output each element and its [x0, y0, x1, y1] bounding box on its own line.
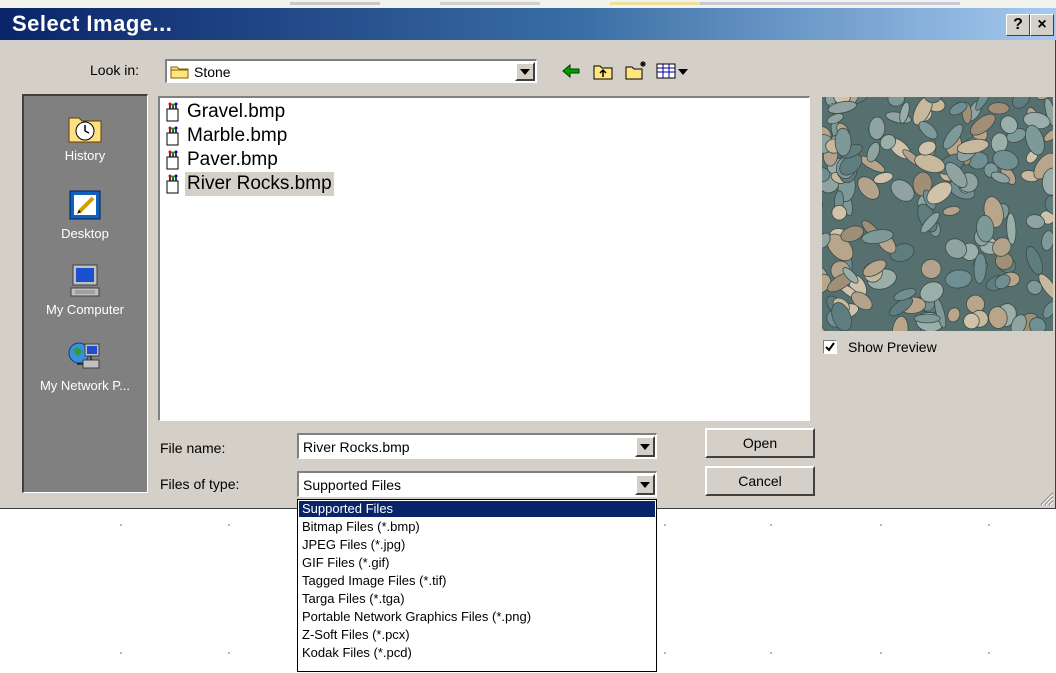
grid-dot [770, 524, 772, 526]
grid-dot [988, 524, 990, 526]
files-of-type-list[interactable]: Supported Files Bitmap Files (*.bmp) JPE… [297, 499, 657, 672]
places-network[interactable]: My Network P... [24, 340, 146, 393]
bitmap-file-icon [164, 174, 184, 194]
view-menu-icon[interactable] [656, 61, 690, 81]
file-name: Paver.bmp [187, 149, 278, 170]
title-bar[interactable]: Select Image... ? × [0, 8, 1056, 40]
grid-dot [664, 524, 666, 526]
places-bar: History Desktop My Computer My Network P… [22, 94, 148, 493]
history-icon [67, 110, 103, 144]
show-preview-checkbox[interactable] [823, 340, 837, 354]
places-my-computer-label: My Computer [45, 302, 125, 317]
file-item[interactable]: Gravel.bmp [164, 100, 287, 124]
places-desktop-label: Desktop [61, 226, 109, 241]
folder-icon [170, 64, 190, 79]
open-button[interactable]: Open [705, 428, 815, 458]
files-of-type-dropdown-arrow[interactable] [635, 474, 655, 495]
file-type-option[interactable]: Supported Files [299, 501, 655, 517]
file-item[interactable]: Marble.bmp [164, 124, 289, 148]
file-name: Gravel.bmp [187, 101, 286, 122]
grid-dot [120, 524, 122, 526]
file-list[interactable]: Gravel.bmp Marble.bmp Paver.bmp River Ro… [158, 96, 810, 421]
my-computer-icon [67, 264, 103, 298]
open-button-label: Open [742, 435, 778, 451]
places-history-label: History [64, 148, 106, 163]
dialog-title: Select Image... [12, 11, 173, 36]
grid-dot [988, 652, 990, 654]
places-desktop[interactable]: Desktop [24, 188, 146, 241]
grid-dot [880, 524, 882, 526]
close-button[interactable]: × [1030, 14, 1054, 36]
file-type-option[interactable]: Z-Soft Files (*.pcx) [299, 627, 655, 643]
bitmap-file-icon [164, 126, 184, 146]
places-history[interactable]: History [24, 110, 146, 163]
desktop-icon [67, 188, 103, 222]
resize-grip[interactable] [1036, 488, 1054, 506]
look-in-value: Stone [194, 64, 231, 80]
files-of-type-label: Files of type: [160, 476, 240, 492]
file-name-label: File name: [160, 440, 226, 456]
files-of-type-value: Supported Files [303, 477, 402, 493]
new-folder-icon[interactable] [624, 59, 648, 81]
look-in-label: Look in: [90, 62, 140, 78]
grid-dot [770, 652, 772, 654]
cancel-button-label: Cancel [738, 473, 782, 489]
up-folder-icon[interactable] [592, 61, 614, 81]
file-type-option[interactable]: GIF Files (*.gif) [299, 555, 655, 571]
file-type-option[interactable]: Bitmap Files (*.bmp) [299, 519, 655, 535]
background-app-strip [0, 0, 1056, 8]
grid-dot [120, 652, 122, 654]
file-name-combo[interactable]: River Rocks.bmp [297, 433, 657, 459]
help-button[interactable]: ? [1006, 14, 1030, 36]
grid-dot [228, 652, 230, 654]
file-name: River Rocks.bmp [185, 172, 334, 196]
file-type-option[interactable]: Targa Files (*.tga) [299, 591, 655, 607]
file-name-dropdown-arrow[interactable] [635, 436, 655, 457]
file-type-option[interactable]: JPEG Files (*.jpg) [299, 537, 655, 553]
files-of-type-combo[interactable]: Supported Files [297, 471, 657, 497]
grid-dot [664, 652, 666, 654]
select-image-dialog: Select Image... ? × Look in: Stone Histo… [0, 8, 1056, 509]
image-preview [822, 97, 1053, 331]
bitmap-file-icon [164, 150, 184, 170]
grid-dot [880, 652, 882, 654]
file-item-selected[interactable]: River Rocks.bmp [164, 172, 334, 196]
file-name-value: River Rocks.bmp [303, 439, 410, 455]
file-type-option[interactable]: Kodak Files (*.pcd) [299, 645, 655, 661]
look-in-combo[interactable]: Stone [165, 59, 537, 83]
places-network-label: My Network P... [39, 378, 131, 393]
file-type-option[interactable]: Tagged Image Files (*.tif) [299, 573, 655, 589]
file-name: Marble.bmp [187, 125, 288, 146]
show-preview-label: Show Preview [848, 339, 937, 355]
network-places-icon [67, 340, 103, 374]
places-my-computer[interactable]: My Computer [24, 264, 146, 317]
look-in-dropdown-arrow[interactable] [515, 62, 535, 81]
file-type-option[interactable]: Portable Network Graphics Files (*.png) [299, 609, 655, 625]
file-item[interactable]: Paver.bmp [164, 148, 280, 172]
bitmap-file-icon [164, 102, 184, 122]
back-arrow-icon[interactable] [560, 61, 582, 81]
cancel-button[interactable]: Cancel [705, 466, 815, 496]
grid-dot [228, 524, 230, 526]
